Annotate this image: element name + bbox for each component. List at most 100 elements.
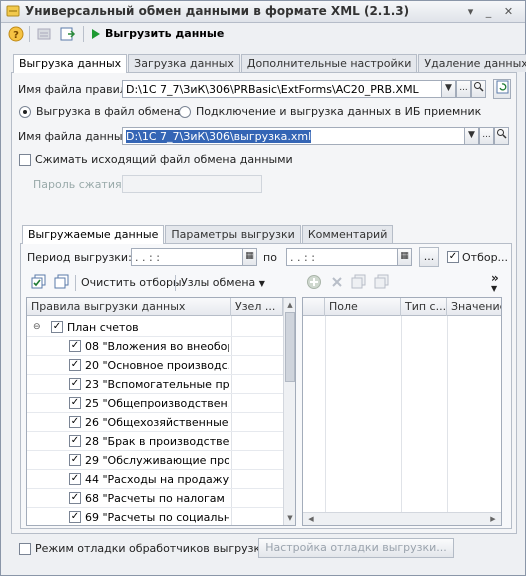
tab-exported-data[interactable]: Выгружаемые данные	[22, 225, 165, 244]
data-file-select-button[interactable]: ...	[479, 127, 494, 145]
export-data-label: Выгрузить данные	[105, 27, 225, 40]
period-from-input[interactable]: . . : :	[131, 248, 243, 266]
data-file-dropdown-icon[interactable]: ▼	[464, 127, 479, 145]
tab-additional-settings[interactable]: Дополнительные настройки	[240, 54, 418, 72]
collapse-icon[interactable]: ⊖	[33, 322, 41, 332]
compress-checkbox[interactable]	[19, 154, 31, 166]
rule-row[interactable]: ✓ 69 "Расчеты по социальн...	[27, 508, 283, 525]
field-column-header[interactable]: Поле	[325, 298, 401, 316]
debug-settings-button[interactable]: Настройка отладки выгрузки...	[258, 538, 454, 558]
period-to-input[interactable]: . . : :	[286, 248, 398, 266]
more-actions-chevron-icon[interactable]: ▼	[491, 284, 497, 293]
column-divider	[447, 316, 448, 512]
help-icon[interactable]: ?	[7, 25, 25, 43]
data-file-input[interactable]: D:\1C 7_7\ЗиК\306\выгрузка.xml	[122, 127, 465, 145]
more-actions-icon[interactable]: »	[491, 271, 499, 285]
column-divider	[325, 316, 326, 512]
type-column-header[interactable]: Тип с...	[401, 298, 447, 316]
rules-grid-vscroll[interactable]: ▲ ▼	[283, 298, 295, 525]
tab-export[interactable]: Выгрузка данных	[13, 54, 128, 73]
rules-file-dropdown-icon[interactable]: ▼	[441, 80, 456, 98]
db-mode-radio[interactable]	[179, 106, 191, 118]
rule-row[interactable]: ✓ 44 "Расходы на продажу"	[27, 470, 283, 489]
app-icon	[6, 5, 20, 17]
export-settings-icon[interactable]	[59, 25, 77, 43]
password-input[interactable]	[122, 175, 262, 193]
rules-column-header[interactable]: Правила выгрузки данных	[27, 298, 231, 316]
rule-label: 23 "Вспомогательные пр...	[85, 378, 229, 391]
period-select-button[interactable]: ...	[419, 247, 439, 267]
scroll-down-icon[interactable]: ▼	[284, 514, 295, 522]
period-separator: по	[263, 251, 277, 264]
rule-checkbox[interactable]: ✓	[69, 340, 81, 352]
export-data-button[interactable]: Выгрузить данные	[89, 25, 224, 43]
reload-rules-icon[interactable]	[493, 79, 511, 99]
db-mode-label[interactable]: Подключение и выгрузка данных в ИБ прием…	[196, 105, 481, 118]
rule-checkbox[interactable]: ✓	[69, 492, 81, 504]
minimize-icon[interactable]: _	[481, 4, 496, 19]
filter-checkbox[interactable]: ✓	[447, 251, 459, 263]
rule-checkbox[interactable]: ✓	[69, 511, 81, 523]
column-divider	[401, 316, 402, 512]
rule-checkbox[interactable]: ✓	[69, 397, 81, 409]
rule-label: 25 "Общепроизводствен...	[85, 397, 229, 410]
clear-filters-button[interactable]: Очистить отборы	[81, 276, 182, 289]
rule-checkbox[interactable]: ✓	[69, 435, 81, 447]
compress-label[interactable]: Сжимать исходящий файл обмена данными	[35, 153, 293, 166]
rule-checkbox[interactable]: ✓	[69, 378, 81, 390]
scroll-thumb[interactable]	[285, 312, 295, 382]
settings-disabled-icon[interactable]	[35, 25, 53, 43]
exchange-nodes-label: Узлы обмена	[181, 276, 256, 289]
close-icon[interactable]: ✕	[501, 4, 516, 19]
rule-row[interactable]: ✓ 08 "Вложения во внеобор...	[27, 337, 283, 356]
fields-check-column-header	[303, 298, 325, 316]
rule-row[interactable]: ✓ 29 "Обслуживающие про...	[27, 451, 283, 470]
period-from-calendar-icon[interactable]: ▦	[242, 248, 257, 266]
delete-icon[interactable]	[329, 274, 345, 290]
rules-file-select-button[interactable]: ...	[456, 80, 471, 98]
check-all-icon[interactable]	[31, 274, 47, 290]
window-menu-icon[interactable]: ▾	[463, 4, 478, 19]
rule-row[interactable]: ✓ 28 "Брак в производстве"	[27, 432, 283, 451]
period-to-calendar-icon[interactable]: ▦	[397, 248, 412, 266]
file-mode-label[interactable]: Выгрузка в файл обмена	[36, 105, 181, 118]
rules-file-open-icon[interactable]	[471, 80, 486, 98]
rule-row[interactable]: ✓ 20 "Основное производс...	[27, 356, 283, 375]
rules-file-input[interactable]: D:\1C 7_7\ЗиК\306\PRBasic\ExtForms\AC20_…	[122, 80, 442, 98]
fields-grid-hscroll[interactable]: ◀ ▶	[303, 512, 501, 525]
rule-row[interactable]: ✓ 25 "Общепроизводствен...	[27, 394, 283, 413]
tab-export-parameters[interactable]: Параметры выгрузки	[165, 225, 301, 243]
uncheck-all-fields-icon[interactable]	[374, 274, 390, 290]
tab-import[interactable]: Загрузка данных	[128, 54, 240, 72]
value-column-header[interactable]: Значение	[447, 298, 501, 316]
node-column-header[interactable]: Узел ...	[231, 298, 283, 316]
rule-label: 08 "Вложения во внеобор...	[85, 340, 229, 353]
tab-delete[interactable]: Удаление данных	[418, 54, 526, 72]
scroll-up-icon[interactable]: ▲	[284, 301, 295, 309]
rule-checkbox[interactable]: ✓	[69, 454, 81, 466]
toolbar: ? Выгрузить данные	[1, 23, 525, 45]
scroll-right-icon[interactable]: ▶	[487, 515, 499, 523]
file-mode-radio[interactable]	[19, 106, 31, 118]
tree-root-row[interactable]: ⊖ ✓ План счетов	[27, 318, 283, 337]
exchange-nodes-menu[interactable]: Узлы обмена ▼	[181, 276, 265, 289]
rule-checkbox[interactable]: ✓	[69, 359, 81, 371]
rule-row[interactable]: ✓ 68 "Расчеты по налогам ...	[27, 489, 283, 508]
check-all-fields-icon[interactable]	[351, 274, 367, 290]
filter-label[interactable]: Отбор...	[462, 251, 508, 264]
rule-row[interactable]: ✓ 23 "Вспомогательные пр...	[27, 375, 283, 394]
rule-checkbox[interactable]: ✓	[69, 473, 81, 485]
tab-comment[interactable]: Комментарий	[301, 225, 394, 243]
debug-mode-label[interactable]: Режим отладки обработчиков выгрузки	[35, 542, 267, 555]
window-title: Универсальный обмен данными в формате XM…	[25, 4, 410, 18]
rule-checkbox[interactable]: ✓	[69, 416, 81, 428]
scroll-left-icon[interactable]: ◀	[305, 515, 317, 523]
rule-row[interactable]: ✓ 26 "Общехозяйственные ...	[27, 413, 283, 432]
add-icon[interactable]	[306, 274, 322, 290]
uncheck-all-icon[interactable]	[54, 274, 70, 290]
toolbar-separator	[83, 26, 84, 42]
root-checkbox[interactable]: ✓	[51, 321, 63, 333]
data-file-open-icon[interactable]	[494, 127, 509, 145]
debug-mode-checkbox[interactable]	[19, 543, 31, 555]
rule-label: 28 "Брак в производстве"	[85, 435, 229, 448]
